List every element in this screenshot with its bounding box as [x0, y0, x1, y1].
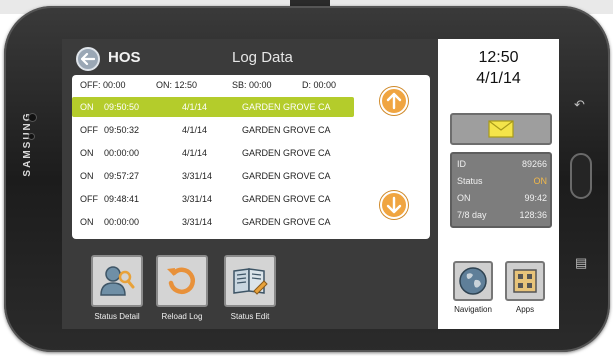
- status-row-id: ID 89266: [457, 157, 547, 173]
- status-key: ON: [457, 193, 471, 203]
- status-key: 7/8 day: [457, 210, 487, 220]
- arrow-down-icon: [386, 196, 402, 214]
- log-location: GARDEN GROVE CA: [242, 125, 331, 135]
- log-location: GARDEN GROVE CA: [242, 171, 331, 181]
- log-date: 3/31/14: [182, 171, 213, 181]
- log-date: 4/1/14: [182, 125, 208, 135]
- reload-log-tile[interactable]: [156, 255, 208, 307]
- envelope-icon: [488, 120, 514, 138]
- log-row[interactable]: ON 09:50:50 4/1/14 GARDEN GROVE CA: [72, 97, 354, 117]
- edit-document-icon: [233, 268, 268, 295]
- arrow-up-icon: [386, 92, 402, 110]
- front-camera-icon: [29, 114, 36, 121]
- log-time: 09:48:41: [104, 194, 140, 204]
- navigation-tile[interactable]: [453, 261, 493, 301]
- screen: HOS Log Data OFF: 00:00 ON: 12:50 SB: 00…: [62, 39, 559, 329]
- log-row[interactable]: ON 00:00:00 4/1/14 GARDEN GROVE CA: [72, 143, 354, 163]
- summary-off: OFF: 00:00: [80, 80, 126, 90]
- arrow-left-icon: [81, 53, 95, 65]
- home-button[interactable]: [570, 153, 592, 199]
- reload-log-button[interactable]: Reload Log: [155, 255, 209, 321]
- status-row-on: ON 99:42: [457, 191, 547, 207]
- log-status: ON: [80, 217, 94, 227]
- status-key: Status: [457, 176, 483, 186]
- log-row[interactable]: ON 09:57:27 3/31/14 GARDEN GROVE CA: [72, 166, 354, 186]
- user-search-icon: [100, 266, 135, 296]
- clock: 12:50: [478, 49, 519, 66]
- status-value: 128:36: [519, 210, 547, 220]
- back-button[interactable]: [76, 47, 100, 71]
- log-date: 3/31/14: [182, 217, 213, 227]
- log-row[interactable]: OFF 09:48:41 3/31/14 GARDEN GROVE CA: [72, 189, 354, 209]
- status-edit-label: Status Edit: [230, 312, 270, 321]
- log-row[interactable]: OFF 09:50:32 4/1/14 GARDEN GROVE CA: [72, 120, 354, 140]
- status-edit-tile[interactable]: [224, 255, 276, 307]
- log-time: 09:50:32: [104, 125, 140, 135]
- status-value: ON: [533, 176, 548, 186]
- summary-d: D: 00:00: [302, 80, 337, 90]
- log-status: ON: [80, 102, 94, 112]
- status-edit-button[interactable]: Status Edit: [223, 255, 277, 321]
- sensor-icon: [29, 134, 34, 139]
- messages-button[interactable]: [450, 113, 552, 145]
- status-value: 89266: [521, 159, 547, 169]
- status-row-cycle: 7/8 day 128:36: [457, 208, 547, 224]
- top-bar: HOS Log Data: [62, 39, 438, 75]
- log-location: GARDEN GROVE CA: [242, 217, 331, 227]
- driver-status-box: ID 89266 Status ON ON 99:42 7/8 day 128:…: [450, 152, 552, 228]
- log-location: GARDEN GROVE CA: [242, 148, 331, 158]
- log-time: 09:50:50: [104, 102, 140, 112]
- scroll-up-button[interactable]: [380, 87, 408, 115]
- log-status: ON: [80, 148, 94, 158]
- log-location: GARDEN GROVE CA: [242, 102, 331, 112]
- reload-icon: [167, 267, 196, 294]
- status-detail-tile[interactable]: [91, 255, 143, 307]
- log-panel: OFF: 00:00 ON: 12:50 SB: 00:00 D: 00:00 …: [72, 75, 430, 239]
- log-date: 4/1/14: [182, 148, 208, 158]
- hours-summary: OFF: 00:00 ON: 12:50 SB: 00:00 D: 00:00: [72, 80, 362, 94]
- log-time: 00:00:00: [104, 217, 140, 227]
- log-date: 3/31/14: [182, 194, 213, 204]
- summary-sb: SB: 00:00: [232, 80, 272, 90]
- status-value: 99:42: [524, 193, 547, 203]
- status-key: ID: [457, 159, 466, 169]
- globe-icon: [459, 267, 487, 295]
- status-row-status: Status ON: [457, 174, 547, 190]
- navigation-label: Navigation: [454, 305, 492, 314]
- log-row[interactable]: ON 00:00:00 3/31/14 GARDEN GROVE CA: [72, 212, 354, 232]
- status-detail-label: Status Detail: [94, 312, 140, 321]
- log-status: OFF: [80, 125, 98, 135]
- log-date: 4/1/14: [182, 102, 208, 112]
- right-panel: 12:50 4/1/14 ID 89266 Status ON ON 99:42…: [438, 39, 559, 329]
- tablet-device: SAMSUNG ↶ ▤ HOS Log Data OFF: 00:00 ON: …: [4, 6, 610, 352]
- current-date: 4/1/14: [476, 70, 521, 87]
- reload-log-label: Reload Log: [161, 312, 203, 321]
- apps-button[interactable]: Apps: [504, 261, 546, 314]
- apps-grid-icon: [513, 269, 537, 293]
- scroll-down-button[interactable]: [380, 191, 408, 219]
- log-location: GARDEN GROVE CA: [242, 194, 331, 204]
- log-status: OFF: [80, 194, 98, 204]
- app-title: HOS: [108, 49, 141, 66]
- log-status: ON: [80, 171, 94, 181]
- screen-title: Log Data: [232, 49, 293, 66]
- back-key-icon[interactable]: ↶: [574, 98, 585, 111]
- log-time: 00:00:00: [104, 148, 140, 158]
- summary-on: ON: 12:50: [156, 80, 198, 90]
- navigation-button[interactable]: Navigation: [452, 261, 494, 314]
- apps-label: Apps: [515, 305, 535, 314]
- log-time: 09:57:27: [104, 171, 140, 181]
- status-detail-button[interactable]: Status Detail: [90, 255, 144, 321]
- menu-key-icon[interactable]: ▤: [575, 256, 587, 269]
- apps-tile[interactable]: [505, 261, 545, 301]
